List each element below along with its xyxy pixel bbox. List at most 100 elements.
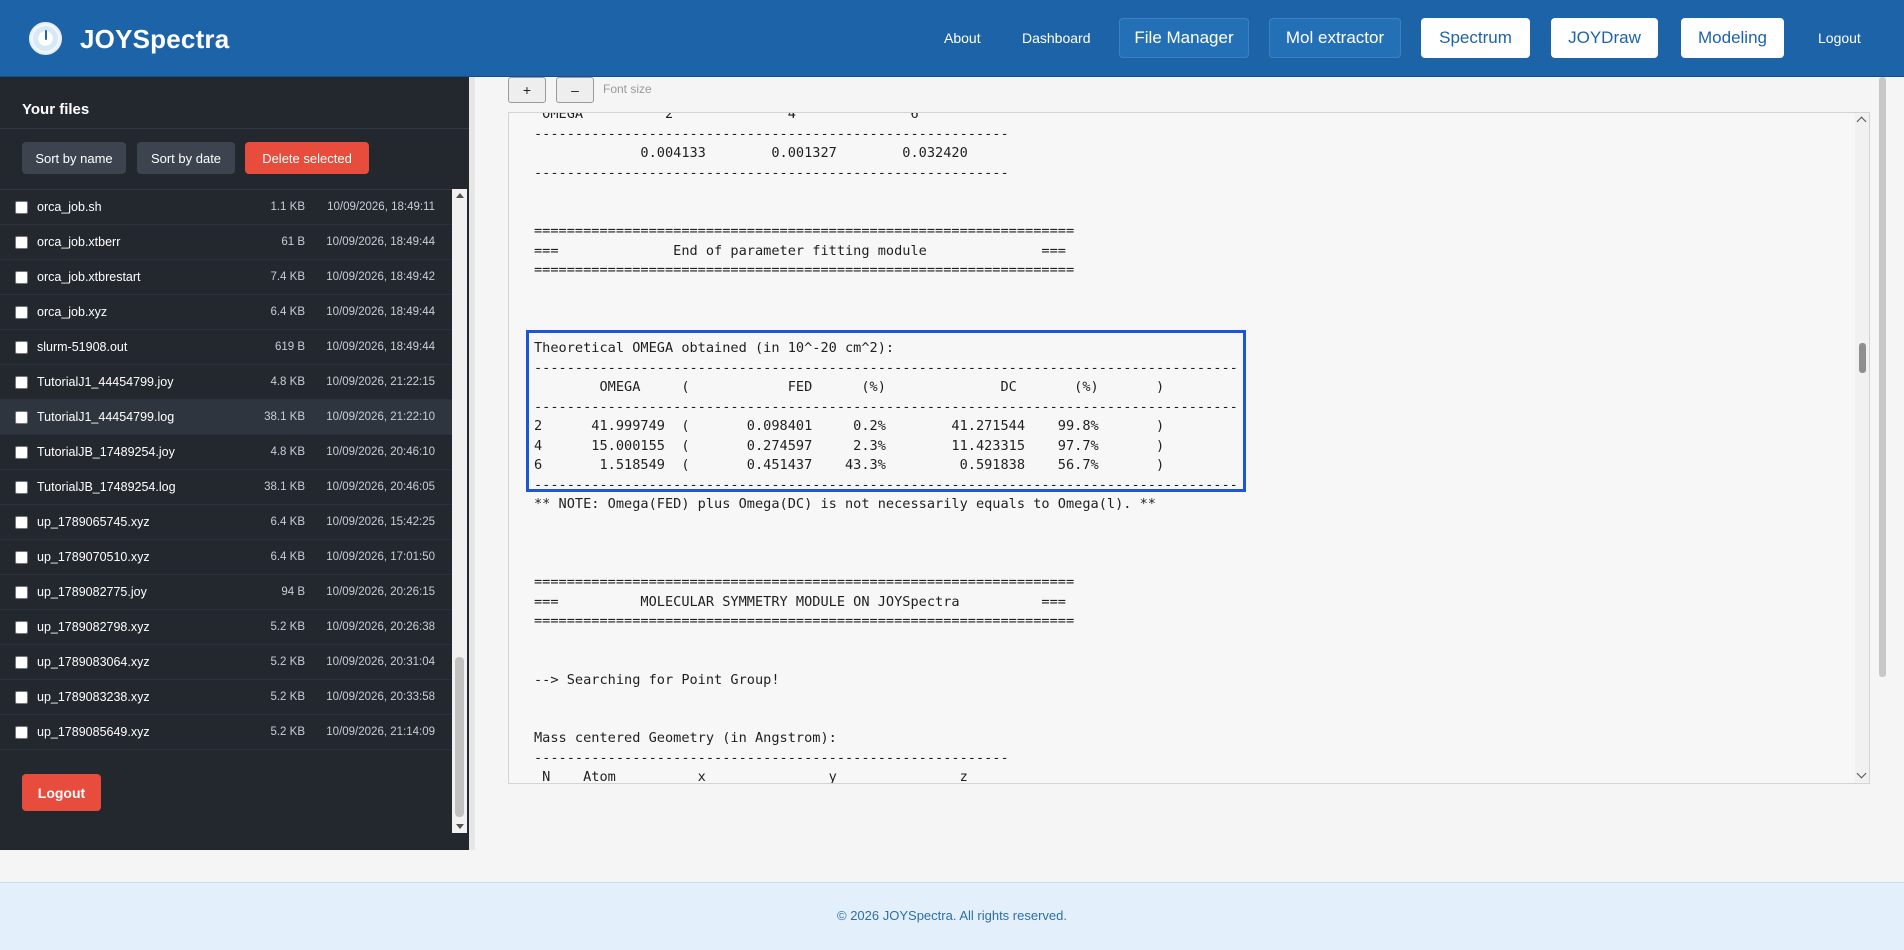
file-checkbox[interactable]	[15, 586, 28, 599]
file-row[interactable]: orca_job.xtberr 61 B 10/09/2026, 18:49:44	[0, 225, 452, 260]
file-date: 10/09/2026, 20:26:15	[326, 586, 435, 598]
file-row[interactable]: up_1789083064.xyz 5.2 KB 10/09/2026, 20:31…	[0, 645, 452, 680]
file-size: 6.4 KB	[270, 551, 305, 563]
sidebar-divider	[0, 128, 469, 129]
file-name[interactable]: orca_job.xtbrestart	[37, 270, 141, 284]
file-checkbox[interactable]	[15, 376, 28, 389]
file-row[interactable]: TutorialJB_17489254.log 38.1 KB 10/09/2026…	[0, 470, 452, 505]
sidebar-logout-button[interactable]: Logout	[22, 774, 101, 811]
scrollbar-thumb[interactable]	[455, 657, 464, 817]
nav-spectrum[interactable]: Spectrum	[1421, 18, 1530, 58]
file-size: 5.2 KB	[270, 691, 305, 703]
file-checkbox[interactable]	[15, 691, 28, 704]
page-scrollbar-thumb[interactable]	[1879, 77, 1886, 677]
file-sidebar: Your files Sort by name Sort by date Del…	[0, 77, 469, 850]
file-checkbox[interactable]	[15, 551, 28, 564]
file-name[interactable]: orca_job.xyz	[37, 305, 107, 319]
file-date: 10/09/2026, 18:49:44	[326, 341, 435, 353]
log-line: --> Searching for Point Group!	[534, 671, 780, 688]
log-viewer[interactable]: OMEGA 2 4 6 -----------------------------…	[508, 112, 1870, 784]
file-row[interactable]: orca_job.xyz 6.4 KB 10/09/2026, 18:49:44	[0, 295, 452, 330]
file-name[interactable]: TutorialJ1_44454799.joy	[37, 375, 173, 389]
file-name[interactable]: TutorialJB_17489254.joy	[37, 445, 175, 459]
file-date: 10/09/2026, 18:49:11	[327, 201, 435, 213]
file-row[interactable]: orca_job.xtbrestart 7.4 KB 10/09/2026, 18:…	[0, 260, 452, 295]
nav-modeling[interactable]: Modeling	[1681, 18, 1784, 58]
file-checkbox[interactable]	[15, 201, 28, 214]
sort-by-date-button[interactable]: Sort by date	[137, 142, 235, 174]
file-name[interactable]: TutorialJ1_44454799.log	[37, 410, 174, 424]
file-checkbox[interactable]	[15, 341, 28, 354]
file-row[interactable]: up_1789070510.xyz 6.4 KB 10/09/2026, 17:01…	[0, 540, 452, 575]
nav-about[interactable]: About	[944, 30, 981, 46]
file-checkbox[interactable]	[15, 516, 28, 529]
file-name[interactable]: slurm-51908.out	[37, 340, 127, 354]
file-checkbox[interactable]	[15, 656, 28, 669]
file-row[interactable]: up_1789082798.xyz 5.2 KB 10/09/2026, 20:26…	[0, 610, 452, 645]
file-date: 10/09/2026, 20:33:58	[326, 691, 435, 703]
brand-title[interactable]: JOYSpectra	[80, 24, 229, 55]
file-row[interactable]: TutorialJB_17489254.joy 4.8 KB 10/09/2026,…	[0, 435, 452, 470]
file-name[interactable]: up_1789070510.xyz	[37, 550, 150, 564]
file-name[interactable]: TutorialJB_17489254.log	[37, 480, 176, 494]
log-line: ========================================…	[534, 223, 1075, 239]
delete-selected-button[interactable]: Delete selected	[245, 142, 369, 174]
scroll-down-arrow-icon[interactable]	[456, 824, 464, 829]
log-scrollbar[interactable]	[1855, 113, 1869, 783]
file-row[interactable]: up_1789082775.joy 94 B 10/09/2026, 20:26:1…	[0, 575, 452, 610]
file-checkbox[interactable]	[15, 236, 28, 249]
font-size-label: Font size	[603, 82, 652, 96]
log-line: N Atom x y z	[534, 769, 968, 784]
file-list[interactable]: orca_job.sh 1.1 KB 10/09/2026, 18:49:11 orc…	[0, 189, 452, 833]
file-row[interactable]: up_1789065745.xyz 6.4 KB 10/09/2026, 15:42…	[0, 505, 452, 540]
nav-file-manager[interactable]: File Manager	[1119, 18, 1249, 58]
file-name[interactable]: up_1789082798.xyz	[37, 620, 150, 634]
file-name[interactable]: up_1789085649.xyz	[37, 725, 150, 739]
file-date: 10/09/2026, 20:46:05	[326, 481, 435, 493]
file-row[interactable]: slurm-51908.out 619 B 10/09/2026, 18:49:44	[0, 330, 452, 365]
font-decrease-button[interactable]: –	[556, 77, 594, 103]
file-row[interactable]: up_1789085649.xyz 5.2 KB 10/09/2026, 21:14…	[0, 715, 452, 750]
file-size: 5.2 KB	[270, 726, 305, 738]
scroll-up-arrow-icon[interactable]	[456, 193, 464, 198]
file-name[interactable]: orca_job.xtberr	[37, 235, 120, 249]
log-scrollbar-thumb[interactable]	[1859, 343, 1866, 373]
log-line: Mass centered Geometry (in Angstrom):	[534, 730, 837, 746]
file-checkbox[interactable]	[15, 446, 28, 459]
nav-dashboard[interactable]: Dashboard	[1022, 30, 1091, 46]
page-scrollbar[interactable]	[1876, 77, 1888, 784]
file-name[interactable]: up_1789083064.xyz	[37, 655, 150, 669]
file-name[interactable]: up_1789083238.xyz	[37, 690, 150, 704]
file-checkbox[interactable]	[15, 481, 28, 494]
nav-mol-extractor[interactable]: Mol extractor	[1269, 18, 1401, 58]
file-checkbox[interactable]	[15, 411, 28, 424]
file-name[interactable]: orca_job.sh	[37, 200, 102, 214]
footer: © 2026 JOYSpectra. All rights reserved.	[0, 882, 1904, 950]
file-name[interactable]: up_1789082775.joy	[37, 585, 147, 599]
file-checkbox[interactable]	[15, 306, 28, 319]
font-increase-button[interactable]: +	[508, 77, 546, 103]
log-line: 0.004133 0.001327 0.032420	[534, 145, 968, 161]
file-name[interactable]: up_1789065745.xyz	[37, 515, 150, 529]
splitter[interactable]	[469, 77, 475, 850]
file-checkbox[interactable]	[15, 726, 28, 739]
file-size: 6.4 KB	[270, 306, 305, 318]
file-list-scrollbar[interactable]	[452, 189, 467, 833]
sort-by-name-button[interactable]: Sort by name	[22, 142, 126, 174]
chevron-down-icon[interactable]	[1856, 768, 1867, 779]
file-row[interactable]: orca_job.sh 1.1 KB 10/09/2026, 18:49:11	[0, 190, 452, 225]
file-row[interactable]: TutorialJ1_44454799.joy 4.8 KB 10/09/2026,…	[0, 365, 452, 400]
chevron-up-icon[interactable]	[1856, 116, 1867, 127]
file-checkbox[interactable]	[15, 271, 28, 284]
nav-logout[interactable]: Logout	[1818, 30, 1861, 46]
file-row[interactable]: up_1789083238.xyz 5.2 KB 10/09/2026, 20:33…	[0, 680, 452, 715]
nav-joydraw[interactable]: JOYDraw	[1551, 18, 1658, 58]
file-checkbox[interactable]	[15, 621, 28, 634]
file-row[interactable]: TutorialJ1_44454799.log 38.1 KB 10/09/2026…	[0, 400, 452, 435]
